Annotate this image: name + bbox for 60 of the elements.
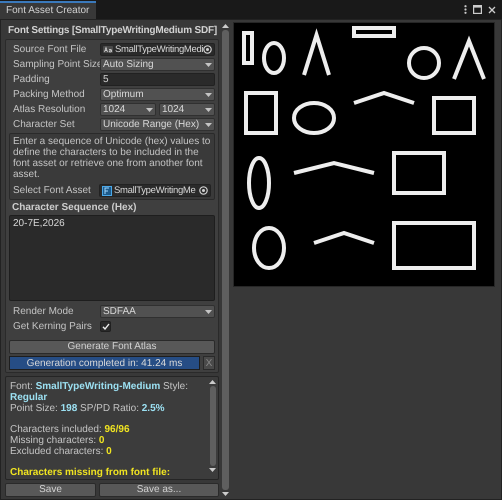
caret-icon xyxy=(205,310,212,314)
checkbox[interactable] xyxy=(100,321,111,332)
dropdown-value: Optimum xyxy=(103,89,145,100)
field-value: SmallTypeWritingMedi xyxy=(115,44,204,55)
dropdown-value: 1024 xyxy=(162,104,186,115)
info-text: Characters missing from font file: xyxy=(10,467,172,478)
dropdown[interactable]: 1024 xyxy=(100,103,156,116)
field-label: Source Font File xyxy=(12,44,88,55)
field-label: Select Font Asset xyxy=(13,185,92,196)
dropdown[interactable]: 1024 xyxy=(159,103,215,116)
target-icon xyxy=(203,45,212,54)
field-label: Atlas Resolution xyxy=(12,104,86,115)
caret-icon xyxy=(205,92,212,96)
scroll-up-icon xyxy=(209,380,216,384)
object-field[interactable]: SmallTypeWritingMe xyxy=(99,184,211,197)
field-label: Render Mode xyxy=(12,306,75,317)
field-label: Get Kerning Pairs xyxy=(12,321,93,332)
section-title: Font Settings [SmallTypeWritingMedium SDF] xyxy=(7,24,218,38)
progress-text: Generation completed in: 41.24 ms xyxy=(26,357,184,370)
target-icon xyxy=(199,186,208,195)
info-text: Excluded characters: 0 xyxy=(10,446,113,457)
font-asset-icon xyxy=(102,186,112,196)
maximize-icon xyxy=(473,5,482,14)
dropdown-value: SDFAA xyxy=(103,306,137,317)
info-text: Font: SmallTypeWriting-Medium Style: Regular xyxy=(10,381,190,403)
font-file-icon xyxy=(103,46,113,53)
check-icon xyxy=(102,323,110,330)
more-icon xyxy=(464,5,467,14)
info-text: Point Size: 198 SP/PD Ratio: 2.5% xyxy=(10,403,166,414)
close-icon xyxy=(488,6,496,14)
text-field[interactable]: 5 xyxy=(100,73,215,86)
dropdown[interactable]: Unicode Range (Hex) xyxy=(100,118,215,131)
window-tab[interactable]: Font Asset Creator xyxy=(0,1,96,19)
info-text: Characters included: 96/96 xyxy=(10,424,131,435)
field-label: Padding xyxy=(12,74,51,85)
dropdown-value: Auto Sizing xyxy=(103,59,155,70)
field-label: Character Sequence (Hex) xyxy=(11,202,138,213)
field-value: SmallTypeWritingMe xyxy=(114,185,197,196)
caret-icon xyxy=(205,108,212,112)
save-button[interactable]: Save as... xyxy=(99,483,219,497)
save-button[interactable]: Save xyxy=(5,483,96,497)
field-label: Character Set xyxy=(12,119,76,130)
scroll-down-icon xyxy=(222,492,229,496)
caret-icon xyxy=(205,62,212,66)
scroll-up-icon xyxy=(222,24,229,28)
dropdown[interactable]: SDFAA xyxy=(100,305,215,318)
dropdown[interactable]: Auto Sizing xyxy=(100,58,215,71)
text-area[interactable]: 20-7E,2026 xyxy=(9,215,215,301)
dropdown-value: 1024 xyxy=(103,104,126,115)
help-text: Enter a sequence of Unicode (hex) values to define the characters to be included in the font asset or retrieve one from another font asset. xyxy=(13,136,211,180)
dropdown[interactable]: Optimum xyxy=(100,88,215,101)
field-label: Packing Method xyxy=(12,89,86,100)
caret-icon xyxy=(205,122,212,126)
object-field[interactable]: SmallTypeWritingMedi xyxy=(100,43,215,56)
scroll-down-icon xyxy=(209,468,216,472)
dropdown-value: Unicode Range (Hex) xyxy=(103,119,200,130)
caret-icon xyxy=(146,108,153,112)
scrollbar[interactable] xyxy=(209,380,216,472)
generate-button[interactable]: Generate Font Atlas xyxy=(9,340,215,354)
info-text: Missing characters: 0 xyxy=(10,435,106,446)
